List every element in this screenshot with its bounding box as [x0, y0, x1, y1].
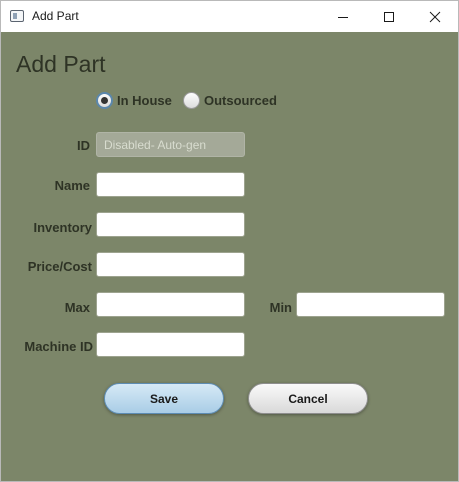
radio-selected-icon	[96, 92, 113, 109]
price-cost-field[interactable]	[96, 252, 245, 277]
inventory-field[interactable]	[96, 212, 245, 237]
radio-in-house-label: In House	[117, 93, 172, 108]
min-field[interactable]	[296, 292, 445, 317]
radio-outsourced[interactable]: Outsourced	[183, 92, 277, 109]
minimize-icon	[338, 16, 348, 18]
min-label: Min	[269, 300, 292, 315]
radio-unselected-icon	[183, 92, 200, 109]
max-label: Max	[64, 300, 90, 315]
close-button[interactable]	[412, 1, 458, 32]
name-label: Name	[54, 178, 90, 193]
radio-outsourced-label: Outsourced	[204, 93, 277, 108]
inventory-label: Inventory	[33, 220, 92, 235]
save-button[interactable]: Save	[104, 383, 224, 414]
machine-id-field[interactable]	[96, 332, 245, 357]
app-window-icon	[10, 10, 24, 22]
price-cost-label: Price/Cost	[27, 259, 92, 274]
name-field[interactable]	[96, 172, 245, 197]
radio-in-house[interactable]: In House	[96, 92, 172, 109]
title-bar[interactable]: Add Part	[1, 1, 458, 32]
maximize-button[interactable]	[366, 1, 412, 32]
minimize-button[interactable]	[320, 1, 366, 32]
window-title: Add Part	[32, 9, 79, 23]
form-content: Add Part In House Outsourced ID Name Inv…	[1, 32, 458, 481]
id-field	[96, 132, 245, 157]
machine-id-label: Machine ID	[24, 339, 93, 354]
cancel-button[interactable]: Cancel	[248, 383, 368, 414]
maximize-icon	[384, 11, 394, 22]
page-title: Add Part	[16, 51, 106, 77]
add-part-window: Add Part Add Part In House Outsourced ID…	[0, 0, 459, 482]
close-icon	[429, 11, 441, 22]
id-label: ID	[77, 138, 90, 153]
